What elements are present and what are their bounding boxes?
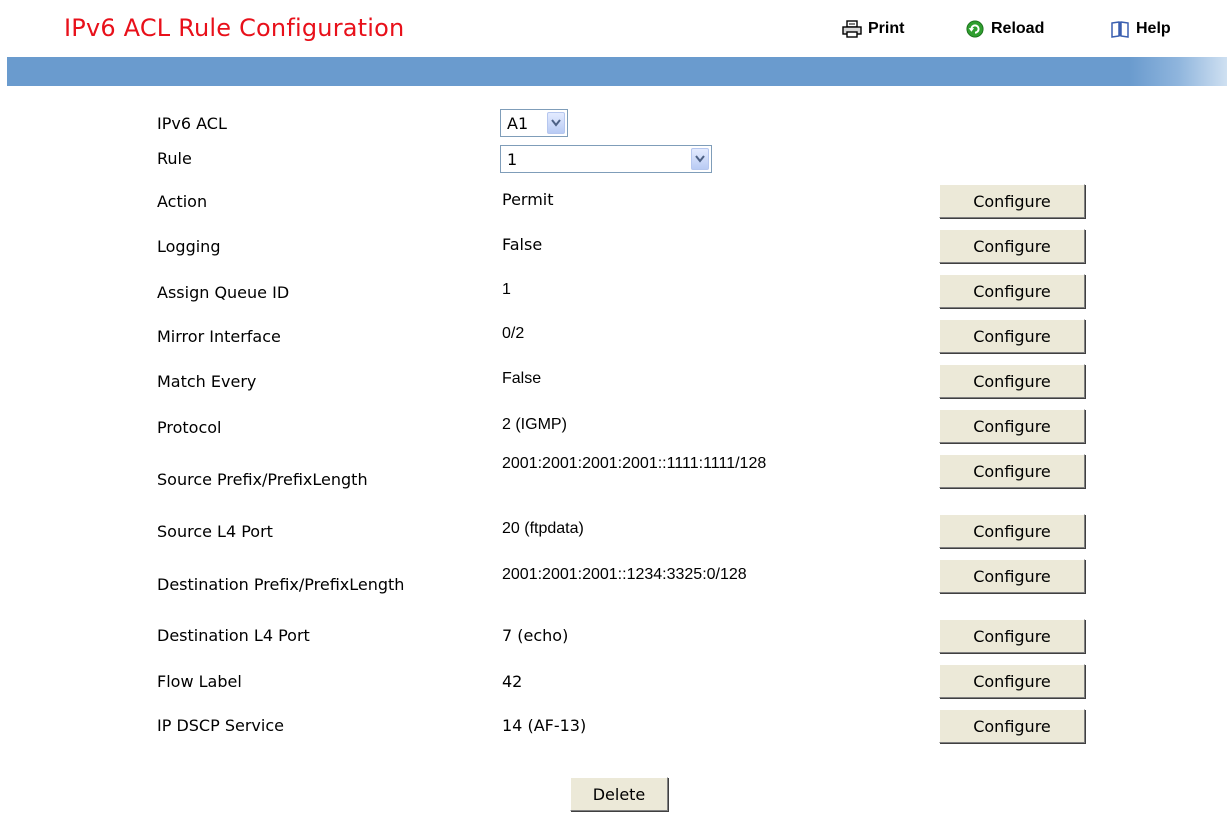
row-label-logging: Logging xyxy=(157,237,221,256)
ipv6-acl-select[interactable]: A1 xyxy=(500,109,568,137)
configure-source-l4-port-button[interactable]: Configure xyxy=(939,514,1085,548)
delete-button[interactable]: Delete xyxy=(570,777,668,811)
reload-label: Reload xyxy=(991,20,1045,37)
configure-flow-label-button[interactable]: Configure xyxy=(939,664,1085,698)
chevron-down-icon xyxy=(691,148,709,170)
help-label: Help xyxy=(1136,20,1171,37)
row-value-destination-prefix: 2001:2001:2001::1234:3325:0/128 xyxy=(502,566,747,583)
configure-destination-l4-port-button[interactable]: Configure xyxy=(939,619,1085,653)
configure-match-every-button[interactable]: Configure xyxy=(939,364,1085,398)
rule-label: Rule xyxy=(157,149,192,168)
printer-icon xyxy=(842,20,862,38)
print-label: Print xyxy=(868,20,905,37)
row-label-mirror-interface: Mirror Interface xyxy=(157,327,281,346)
row-value-mirror-interface: 0/2 xyxy=(502,325,525,342)
header-bar xyxy=(7,57,1227,86)
row-value-source-prefix: 2001:2001:2001:2001::1111:1111/128 xyxy=(502,455,767,472)
row-value-destination-l4-port: 7 (echo) xyxy=(502,626,569,645)
page-header: IPv6 ACL Rule Configuration Print Reload xyxy=(0,0,1227,58)
row-value-match-every: False xyxy=(502,370,542,387)
row-value-action: Permit xyxy=(502,190,554,209)
configure-destination-prefix-button[interactable]: Configure xyxy=(939,559,1085,593)
configure-source-prefix-button[interactable]: Configure xyxy=(939,454,1085,488)
configure-assign-queue-id-button[interactable]: Configure xyxy=(939,274,1085,308)
help-button[interactable]: Help xyxy=(1110,17,1171,41)
row-value-flow-label: 42 xyxy=(502,672,523,691)
row-label-destination-l4-port: Destination L4 Port xyxy=(157,626,310,645)
row-label-destination-prefix: Destination Prefix/PrefixLength xyxy=(157,575,405,594)
reload-button[interactable]: Reload xyxy=(965,17,1044,41)
rule-value: 1 xyxy=(507,150,518,169)
chevron-down-icon xyxy=(547,112,565,134)
row-label-action: Action xyxy=(157,192,208,211)
row-label-match-every: Match Every xyxy=(157,372,257,391)
book-icon xyxy=(1110,20,1130,38)
row-value-ip-dscp-service: 14 (AF-13) xyxy=(502,716,587,735)
rule-select[interactable]: 1 xyxy=(500,145,712,173)
row-label-protocol: Protocol xyxy=(157,418,222,437)
reload-icon xyxy=(965,20,985,38)
configure-logging-button[interactable]: Configure xyxy=(939,229,1085,263)
row-label-assign-queue-id: Assign Queue ID xyxy=(157,283,290,302)
configure-ip-dscp-service-button[interactable]: Configure xyxy=(939,709,1085,743)
row-label-flow-label: Flow Label xyxy=(157,672,242,691)
row-value-logging: False xyxy=(502,235,543,254)
row-value-assign-queue-id: 1 xyxy=(502,281,511,298)
row-label-source-l4-port: Source L4 Port xyxy=(157,522,273,541)
configure-mirror-interface-button[interactable]: Configure xyxy=(939,319,1085,353)
row-label-ip-dscp-service: IP DSCP Service xyxy=(157,716,284,735)
print-button[interactable]: Print xyxy=(842,17,904,41)
row-value-protocol: 2 (IGMP) xyxy=(502,416,567,433)
configure-protocol-button[interactable]: Configure xyxy=(939,409,1085,443)
ipv6-acl-label: IPv6 ACL xyxy=(157,114,227,133)
row-label-source-prefix: Source Prefix/PrefixLength xyxy=(157,470,368,489)
row-value-source-l4-port: 20 (ftpdata) xyxy=(502,520,584,537)
page-title: IPv6 ACL Rule Configuration xyxy=(64,14,405,42)
ipv6-acl-value: A1 xyxy=(507,114,529,133)
configure-action-button[interactable]: Configure xyxy=(939,184,1085,218)
